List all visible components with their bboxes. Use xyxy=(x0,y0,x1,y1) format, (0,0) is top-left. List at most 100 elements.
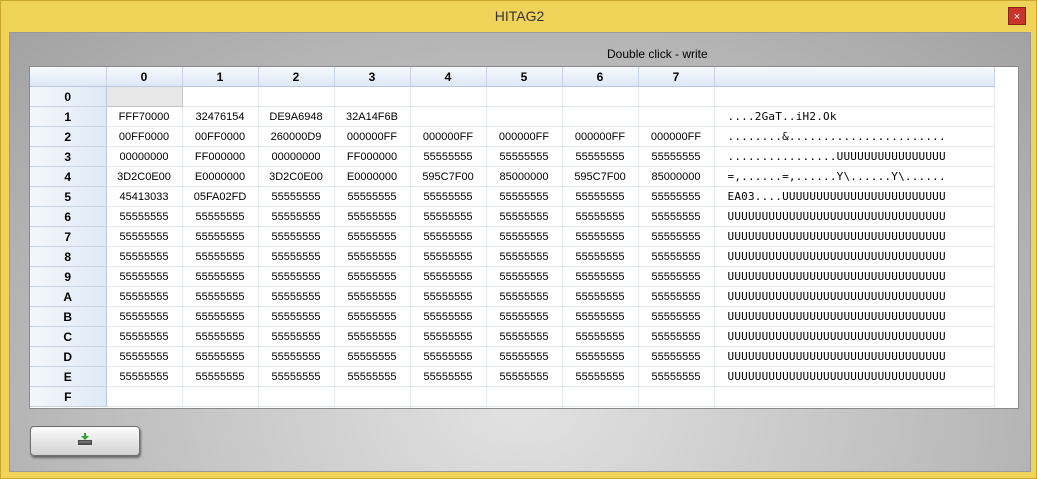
hex-cell[interactable]: 55555555 xyxy=(638,226,715,247)
hex-cell[interactable]: 000000FF xyxy=(486,126,563,147)
hex-cell[interactable]: 55555555 xyxy=(562,306,639,327)
hex-cell[interactable]: 55555555 xyxy=(258,246,335,267)
hex-cell[interactable]: 55555555 xyxy=(334,186,411,207)
hex-cell[interactable]: 3D2C0E00 xyxy=(258,166,335,187)
hex-cell[interactable] xyxy=(410,86,487,107)
hex-cell[interactable]: 55555555 xyxy=(410,246,487,267)
hex-cell[interactable]: 000000FF xyxy=(638,126,715,147)
hex-cell[interactable] xyxy=(562,106,639,127)
hex-cell[interactable]: 55555555 xyxy=(410,186,487,207)
hex-cell[interactable]: 55555555 xyxy=(182,286,259,307)
hex-cell[interactable] xyxy=(334,86,411,107)
hex-cell[interactable]: 55555555 xyxy=(258,206,335,227)
hex-cell[interactable]: 55555555 xyxy=(562,206,639,227)
hex-cell[interactable]: 55555555 xyxy=(334,226,411,247)
hex-cell[interactable]: FFF70000 xyxy=(106,106,183,127)
hex-cell[interactable] xyxy=(562,386,639,407)
hex-cell[interactable]: 55555555 xyxy=(638,346,715,367)
hex-cell[interactable]: 55555555 xyxy=(410,206,487,227)
hex-cell[interactable]: 00FF0000 xyxy=(182,126,259,147)
hex-cell[interactable]: 55555555 xyxy=(182,326,259,347)
hex-cell[interactable]: 000000FF xyxy=(562,126,639,147)
hex-cell[interactable]: 55555555 xyxy=(638,246,715,267)
hex-cell[interactable]: 55555555 xyxy=(334,246,411,267)
hex-cell[interactable]: 05FA02FD xyxy=(182,186,259,207)
hex-cell[interactable]: 55555555 xyxy=(638,186,715,207)
hex-cell[interactable] xyxy=(105,86,183,107)
hex-cell[interactable]: 595C7F00 xyxy=(562,166,639,187)
hex-cell[interactable]: 55555555 xyxy=(410,306,487,327)
title-bar[interactable]: HITAG2 xyxy=(1,1,1037,31)
hex-cell[interactable]: 55555555 xyxy=(258,286,335,307)
hex-cell[interactable]: 00000000 xyxy=(258,146,335,167)
hex-cell[interactable]: 55555555 xyxy=(182,346,259,367)
hex-cell[interactable]: 55555555 xyxy=(638,286,715,307)
hex-cell[interactable]: 55555555 xyxy=(334,266,411,287)
hex-cell[interactable]: 55555555 xyxy=(562,286,639,307)
hex-cell[interactable]: 55555555 xyxy=(334,206,411,227)
hex-cell[interactable]: 55555555 xyxy=(258,226,335,247)
hex-cell[interactable]: E0000000 xyxy=(334,166,411,187)
hex-cell[interactable]: 55555555 xyxy=(182,266,259,287)
hex-cell[interactable]: 55555555 xyxy=(638,206,715,227)
hex-cell[interactable]: 55555555 xyxy=(258,266,335,287)
hex-cell[interactable] xyxy=(182,386,259,407)
hex-cell[interactable]: 55555555 xyxy=(334,286,411,307)
hex-cell[interactable]: 55555555 xyxy=(638,146,715,167)
hex-cell[interactable] xyxy=(258,86,335,107)
hex-cell[interactable] xyxy=(562,86,639,107)
hex-cell[interactable] xyxy=(486,106,563,127)
hex-cell[interactable]: 85000000 xyxy=(486,166,563,187)
hex-cell[interactable]: 55555555 xyxy=(258,306,335,327)
hex-cell[interactable]: 55555555 xyxy=(410,146,487,167)
hex-cell[interactable]: 55555555 xyxy=(182,206,259,227)
hex-cell[interactable]: 55555555 xyxy=(182,366,259,387)
hex-cell[interactable]: FF000000 xyxy=(334,146,411,167)
hex-cell[interactable]: 55555555 xyxy=(182,306,259,327)
hex-cell[interactable]: 85000000 xyxy=(638,166,715,187)
hex-cell[interactable]: FF000000 xyxy=(182,146,259,167)
close-button[interactable]: × xyxy=(1008,7,1026,25)
hex-cell[interactable]: 55555555 xyxy=(182,246,259,267)
hex-cell[interactable]: 55555555 xyxy=(334,346,411,367)
hex-cell[interactable]: 55555555 xyxy=(562,246,639,267)
hex-cell[interactable]: 55555555 xyxy=(486,146,563,167)
hex-cell[interactable]: 55555555 xyxy=(638,366,715,387)
hex-cell[interactable]: 55555555 xyxy=(410,366,487,387)
hex-cell[interactable]: 55555555 xyxy=(182,226,259,247)
hex-cell[interactable]: 55555555 xyxy=(562,226,639,247)
hex-cell[interactable]: 45413033 xyxy=(106,186,183,207)
hex-cell[interactable]: 000000FF xyxy=(334,126,411,147)
hex-cell[interactable]: 55555555 xyxy=(410,286,487,307)
hex-cell[interactable]: 55555555 xyxy=(258,326,335,347)
hex-cell[interactable]: 55555555 xyxy=(106,246,183,267)
hex-cell[interactable]: 32476154 xyxy=(182,106,259,127)
hex-cell[interactable]: 55555555 xyxy=(258,186,335,207)
memory-grid[interactable]: 01234567 0 1 FFF70000 32476154 DE9A6948 32A14… xyxy=(29,66,1019,409)
hex-cell[interactable]: 55555555 xyxy=(486,186,563,207)
hex-cell[interactable] xyxy=(182,86,259,107)
hex-cell[interactable]: 55555555 xyxy=(486,346,563,367)
hex-cell[interactable] xyxy=(638,386,715,407)
hex-cell[interactable]: 55555555 xyxy=(562,186,639,207)
hex-cell[interactable]: 55555555 xyxy=(486,206,563,227)
hex-cell[interactable]: 32A14F6B xyxy=(334,106,411,127)
hex-cell[interactable]: 55555555 xyxy=(410,346,487,367)
hex-cell[interactable]: 55555555 xyxy=(486,246,563,267)
hex-cell[interactable]: 55555555 xyxy=(106,206,183,227)
hex-cell[interactable]: 55555555 xyxy=(486,306,563,327)
hex-cell[interactable]: 55555555 xyxy=(486,366,563,387)
hex-cell[interactable]: 55555555 xyxy=(562,146,639,167)
hex-cell[interactable]: 55555555 xyxy=(562,266,639,287)
hex-cell[interactable]: 55555555 xyxy=(638,326,715,347)
hex-cell[interactable]: 55555555 xyxy=(106,266,183,287)
hex-cell[interactable]: 55555555 xyxy=(486,326,563,347)
hex-cell[interactable]: 55555555 xyxy=(334,366,411,387)
hex-cell[interactable]: 260000D9 xyxy=(258,126,335,147)
hex-cell[interactable] xyxy=(486,386,563,407)
hex-cell[interactable]: 55555555 xyxy=(638,306,715,327)
hex-cell[interactable]: 55555555 xyxy=(562,346,639,367)
hex-cell[interactable] xyxy=(106,386,183,407)
hex-cell[interactable]: 55555555 xyxy=(334,326,411,347)
hex-cell[interactable]: 55555555 xyxy=(106,226,183,247)
